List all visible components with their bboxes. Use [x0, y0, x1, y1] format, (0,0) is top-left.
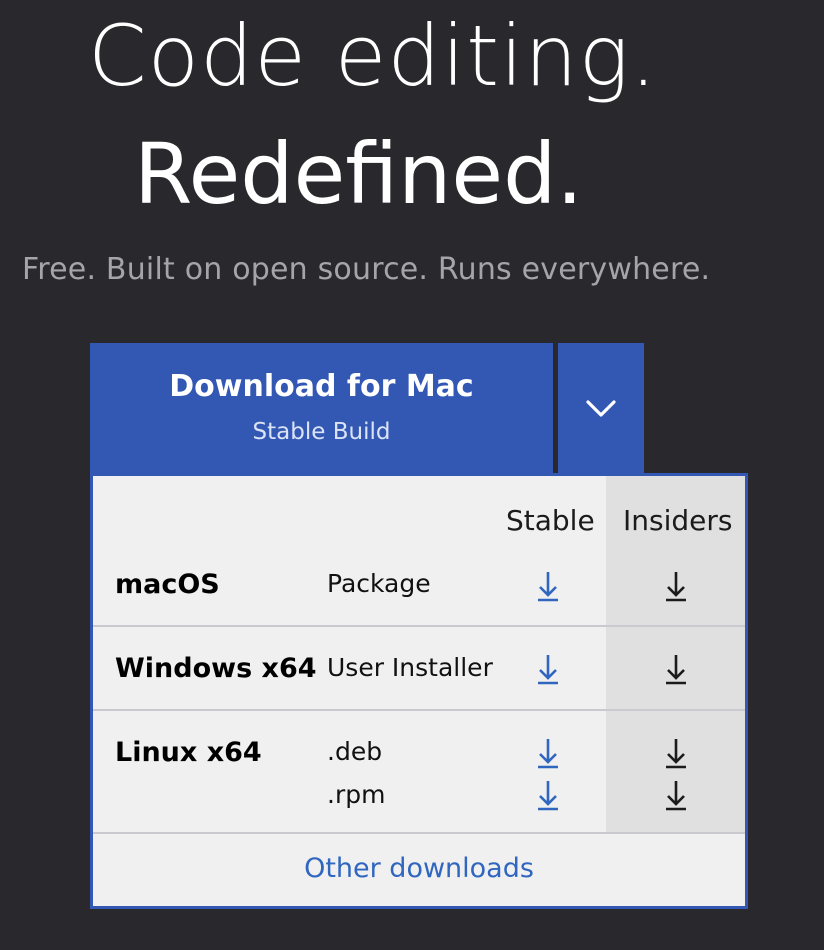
download-arrow-icon[interactable]	[537, 570, 559, 602]
download-for-mac-button[interactable]: Download for Mac Stable Build	[90, 343, 553, 473]
os-label-windows: Windows x64	[115, 653, 317, 684]
column-header-stable: Stable	[506, 504, 595, 537]
package-label-linux-deb: .deb	[327, 737, 383, 766]
package-label-linux-rpm: .rpm	[327, 780, 386, 809]
row-divider	[93, 832, 745, 834]
download-button-subtitle: Stable Build	[252, 419, 391, 445]
download-button-title: Download for Mac	[169, 369, 474, 404]
hero-title-line-2: Redefined.	[134, 125, 584, 223]
chevron-down-icon	[586, 400, 616, 417]
row-divider	[93, 709, 745, 711]
downloads-panel: Stable Insiders macOS Package Windows x6…	[90, 473, 748, 909]
download-arrow-icon[interactable]	[665, 570, 687, 602]
download-arrow-icon[interactable]	[665, 737, 687, 769]
column-header-insiders: Insiders	[623, 504, 733, 537]
download-arrow-icon[interactable]	[665, 779, 687, 811]
os-label-linux: Linux x64	[115, 737, 262, 768]
other-downloads-link[interactable]: Other downloads	[93, 853, 745, 884]
os-label-macos: macOS	[115, 569, 220, 600]
download-arrow-icon[interactable]	[665, 653, 687, 685]
page: Code editing. Redefined. Free. Built on …	[0, 0, 824, 950]
download-arrow-icon[interactable]	[537, 737, 559, 769]
hero-title-line-1: Code editing.	[88, 7, 658, 105]
download-options-toggle-button[interactable]	[558, 343, 644, 473]
download-arrow-icon[interactable]	[537, 779, 559, 811]
package-label-windows: User Installer	[327, 653, 493, 682]
package-label-macos: Package	[327, 569, 431, 598]
row-divider	[93, 625, 745, 627]
hero-tagline: Free. Built on open source. Runs everywh…	[22, 252, 711, 287]
download-arrow-icon[interactable]	[537, 653, 559, 685]
